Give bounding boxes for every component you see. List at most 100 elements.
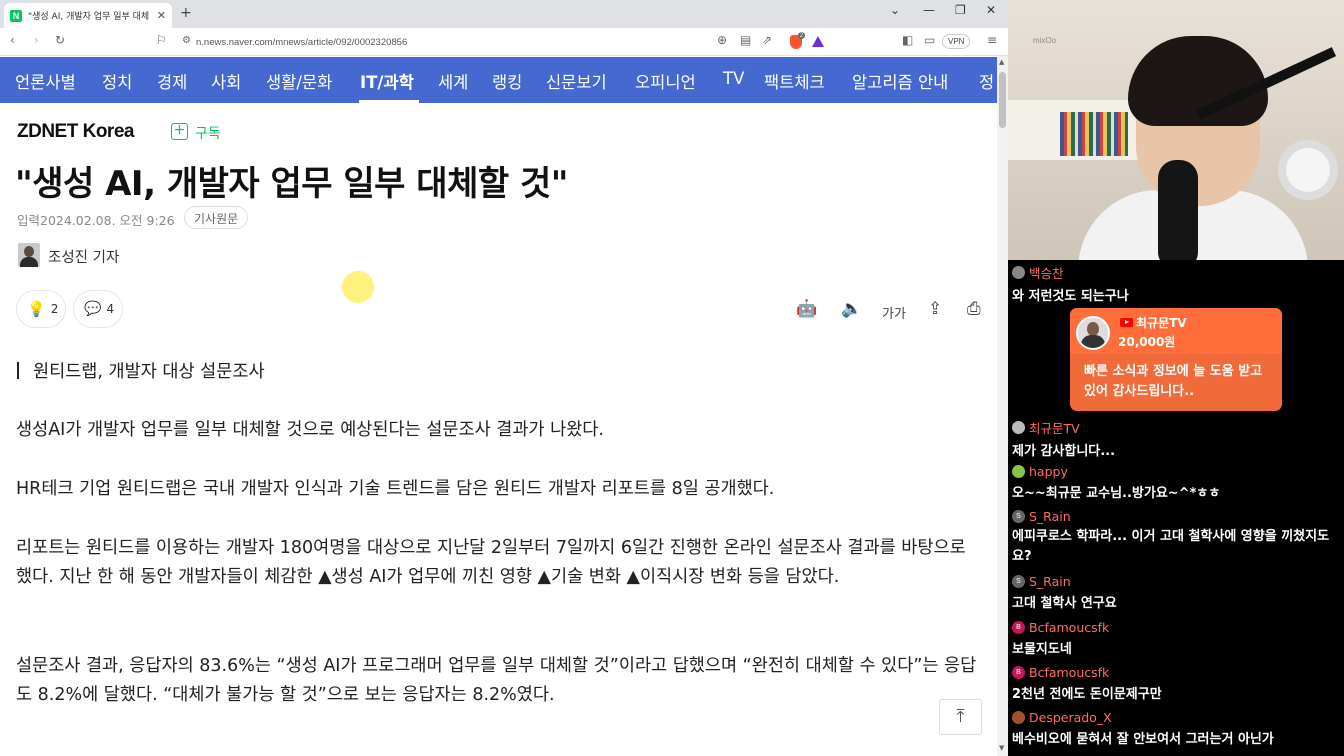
nav-item[interactable]: 알고리즘 안내 [852, 69, 948, 93]
speaker-icon[interactable]: 🔈 [841, 299, 862, 319]
nav-item[interactable]: TV [723, 69, 744, 88]
nav-item[interactable]: 팩트체크 [764, 69, 825, 93]
browser-toolbar: ‹ › ↻ ⚐ ⚙ n.news.naver.com/mnews/article… [0, 28, 1008, 56]
scrollbar-thumb[interactable] [999, 72, 1006, 128]
naver-favicon-icon: N [10, 9, 22, 22]
article-content: ZDNET Korea + 구독 "생성 AI, 개발자 업무 일부 대체할 것… [0, 103, 997, 756]
bookmark-icon[interactable]: ⚐ [156, 33, 167, 47]
minimize-icon[interactable]: — [923, 3, 935, 17]
user-avatar: S [1012, 510, 1025, 523]
article-paragraph: 리포트는 원티드를 이용하는 개발자 180여명을 대상으로 지난달 2일부터 … [16, 538, 966, 587]
article-date: 입력2024.02.08. 오전 9:26 [17, 213, 175, 228]
chat-username[interactable]: 백승찬 [1029, 263, 1064, 282]
youtube-icon [1120, 318, 1133, 327]
superchat-donation: 최규문TV 20,000원 빠른 소식과 정보에 늘 도움 받고 있어 감사드립… [1070, 308, 1282, 411]
nav-item[interactable]: 사회 [211, 69, 241, 93]
chat-username[interactable]: S_Rain [1029, 509, 1071, 524]
chat-text: 와 저런것도 되는구나 [1012, 289, 1129, 304]
chat-username[interactable]: Bcfamoucsfk [1029, 665, 1109, 680]
address-bar[interactable]: ⚙ n.news.naver.com/mnews/article/092/000… [172, 31, 832, 53]
wallet-icon[interactable]: ▭ [924, 33, 935, 47]
wall-logo: mixOo [1033, 36, 1057, 45]
chat-message: B Bcfamoucsfk 보물지도네 [1012, 620, 1109, 657]
print-icon[interactable]: ⎙ [967, 299, 981, 319]
chat-username[interactable]: Bcfamoucsfk [1029, 620, 1109, 635]
chat-text: 2천년 전에도 돈이문제구만 [1012, 687, 1162, 702]
nav-item[interactable]: 언론사별 [15, 69, 76, 93]
nav-item[interactable]: 정 [979, 69, 994, 93]
subscribe-button[interactable]: 구독 [195, 123, 221, 143]
nav-item[interactable]: 세계 [438, 69, 468, 93]
page-scrollbar[interactable]: ▲ ▼ [997, 56, 1008, 756]
brave-rewards-icon[interactable] [812, 36, 824, 47]
reporter-avatar[interactable] [18, 243, 40, 267]
site-info-icon[interactable]: ⚙ [182, 35, 191, 46]
chat-text: 에피쿠로스 학파라... 이거 고대 철학사에 영향을 끼쳤지도요? [1012, 529, 1330, 564]
nav-item[interactable]: 오피니언 [635, 69, 696, 93]
lightbulb-icon: 💡 [27, 300, 46, 318]
forward-icon[interactable]: › [34, 33, 39, 47]
nav-item[interactable]: 생활/문화 [266, 69, 332, 93]
scroll-down-icon[interactable]: ▼ [999, 744, 1004, 752]
robot-summary-icon[interactable]: 🤖 [796, 299, 817, 319]
share-icon[interactable]: ⇗ [762, 33, 772, 47]
chat-text: 베수비오에 묻혀서 잘 안보여서 그러는거 아닌가 [1012, 732, 1274, 747]
chat-username[interactable]: happy [1029, 464, 1068, 479]
comment-button[interactable]: 💬 4 [73, 290, 123, 328]
reporter-name[interactable]: 조성진 기자 [48, 246, 119, 267]
press-logo[interactable]: ZDNET Korea [17, 121, 134, 143]
tab-title: "생성 AI, 개발자 업무 일부 대체 [28, 12, 150, 22]
nav-item-active[interactable]: IT/과학 [360, 69, 414, 93]
user-avatar [1012, 711, 1025, 724]
scroll-up-icon[interactable]: ▲ [999, 58, 1004, 66]
chat-text: 제가 감사합니다... [1012, 444, 1116, 459]
vpn-button[interactable]: VPN [942, 34, 971, 49]
reaction-count: 2 [50, 302, 59, 316]
donation-message: 빠른 소식과 정보에 늘 도움 받고 있어 감사드립니다.. [1084, 364, 1263, 399]
tab-bar: N "생성 AI, 개발자 업무 일부 대체 ✕ + ⌄ — ❐ ✕ [0, 0, 1008, 28]
donation-amount: 20,000원 [1118, 335, 1176, 349]
quote-bar [17, 362, 19, 379]
new-tab-icon[interactable]: + [180, 5, 192, 21]
user-avatar: B [1012, 621, 1025, 634]
article-paragraph: HR테크 기업 원티드랩은 국내 개발자 인식과 기술 트렌드를 담은 원티드 … [16, 479, 775, 499]
plus-icon[interactable]: + [171, 123, 188, 140]
tab-search-icon[interactable]: ⌄ [890, 3, 900, 17]
nav-item[interactable]: 경제 [157, 69, 187, 93]
zoom-icon[interactable]: ⊕ [717, 33, 727, 47]
donor-avatar [1076, 316, 1110, 350]
chat-message: 최규문TV 제가 감사합니다... [1012, 418, 1115, 459]
maximize-icon[interactable]: ❐ [955, 3, 966, 17]
menu-icon[interactable]: ≡ [987, 33, 997, 47]
browser-tab[interactable]: N "생성 AI, 개발자 업무 일부 대체 ✕ [4, 3, 172, 28]
webcam-feed: mixOo [1008, 0, 1344, 260]
chat-username[interactable]: 최규문TV [1029, 418, 1080, 437]
nav-item[interactable]: 정치 [102, 69, 132, 93]
microphone [1158, 160, 1198, 260]
chat-username[interactable]: S_Rain [1029, 574, 1071, 589]
close-window-icon[interactable]: ✕ [986, 3, 996, 17]
tab-close-icon[interactable]: ✕ [157, 9, 166, 22]
user-avatar: B [1012, 666, 1025, 679]
cursor-highlight [342, 271, 374, 303]
back-icon[interactable]: ‹ [10, 33, 15, 47]
url-text: n.news.naver.com/mnews/article/092/00023… [196, 36, 408, 48]
chat-username[interactable]: Desperado_X [1029, 710, 1112, 725]
nav-item[interactable]: 랭킹 [492, 69, 522, 93]
reload-icon[interactable]: ↻ [55, 33, 65, 47]
chat-message: S S_Rain 에피쿠로스 학파라... 이거 고대 철학사에 영향을 끼쳤지도… [1012, 509, 1337, 567]
chat-message: S S_Rain 고대 철학사 연구요 [1012, 574, 1117, 611]
font-size-button[interactable]: 가가 [882, 303, 906, 322]
chat-message: 백승찬 와 저런것도 되는구나 [1012, 263, 1129, 304]
donor-name: 최규문TV [1136, 316, 1187, 330]
reaction-button[interactable]: 💡 2 [16, 290, 66, 328]
scroll-to-top-button[interactable]: ⤒ [939, 699, 982, 735]
sidebar-icon[interactable]: ◧ [902, 33, 913, 47]
article-paragraph: 생성AI가 개발자 업무를 일부 대체할 것으로 예상된다는 설문조사 결과가 … [16, 420, 604, 440]
nav-item[interactable]: 신문보기 [546, 69, 607, 93]
subheading-text: 원티드랩, 개발자 대상 설문조사 [33, 362, 265, 382]
comment-count: 4 [106, 302, 115, 316]
share-icon[interactable]: ⇪ [928, 299, 942, 319]
reader-icon[interactable]: ▤ [740, 33, 751, 47]
original-article-button[interactable]: 기사원문 [184, 206, 249, 229]
